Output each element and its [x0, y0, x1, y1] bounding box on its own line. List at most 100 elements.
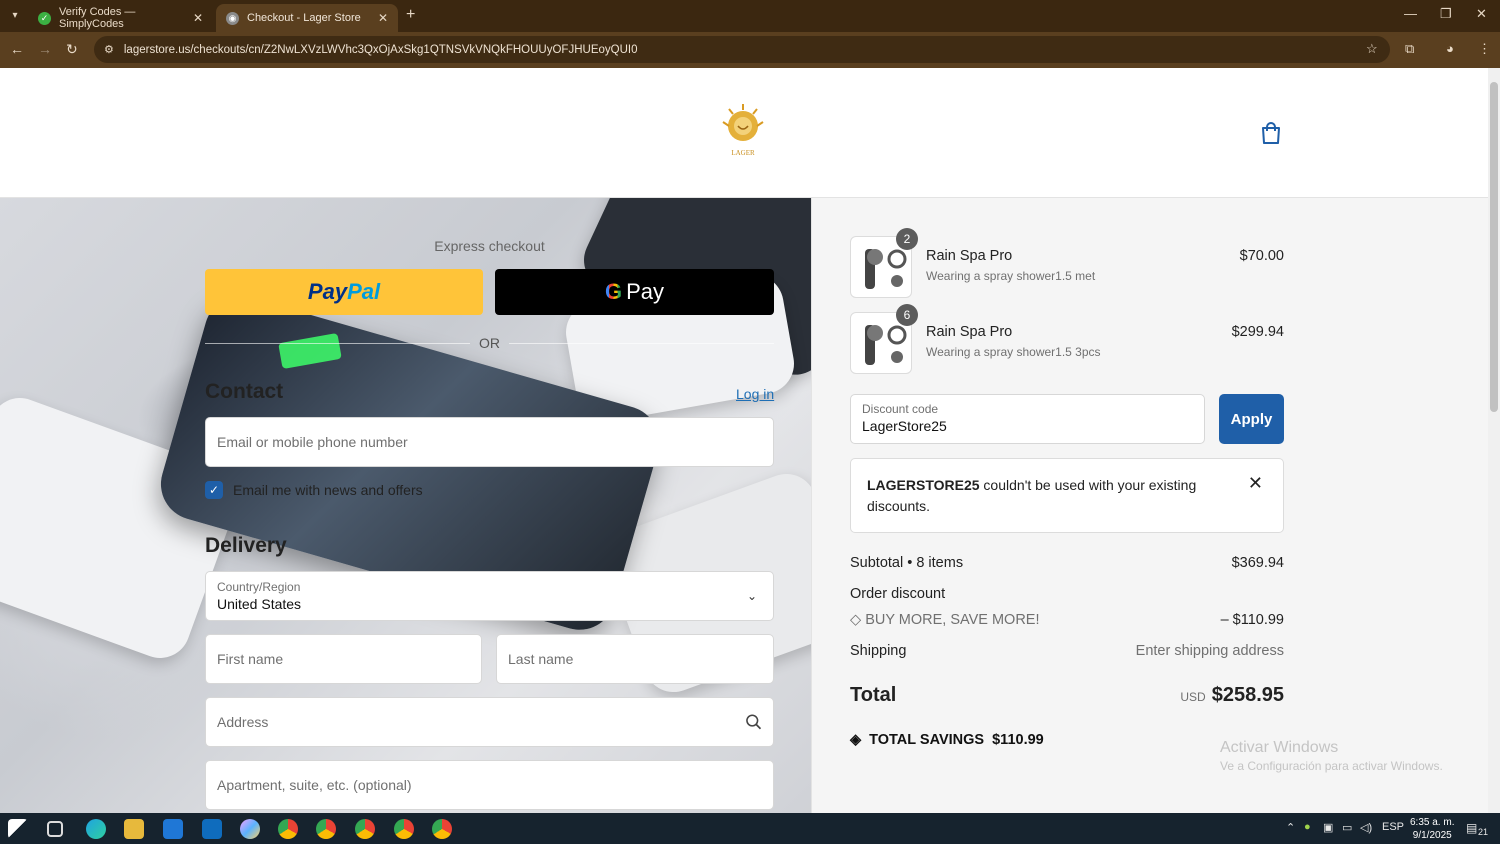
file-explorer-icon[interactable] [124, 819, 144, 839]
watermark-title: Activar Windows [1220, 739, 1339, 756]
lager-lion-logo[interactable]: LAGER [721, 104, 765, 158]
express-checkout-label: Express checkout [434, 238, 545, 254]
browser-tab-bar: ▾ ✓ Verify Codes — SimplyCodes ✕ ◉ Check… [0, 0, 1500, 32]
country-select[interactable]: Country/Region United States ⌄ [205, 571, 774, 621]
first-name-input[interactable] [217, 651, 470, 667]
apartment-field[interactable] [205, 760, 774, 810]
chevron-down-icon: ⌄ [746, 589, 757, 603]
total-row: Total USD $258.95 [850, 684, 1284, 707]
apartment-input[interactable] [217, 777, 762, 793]
notification-center-icon[interactable]: ▤ [1466, 821, 1477, 835]
newsletter-checkbox[interactable]: ✓ [205, 481, 223, 499]
chrome-icon[interactable] [278, 819, 298, 839]
tab-close-icon[interactable]: ✕ [378, 11, 388, 25]
simplycodes-favicon-icon: ✓ [38, 11, 51, 25]
logo-wordmark: LAGER [731, 149, 755, 157]
quantity-badge: 2 [896, 228, 918, 250]
tab-verify-codes[interactable]: ✓ Verify Codes — SimplyCodes ✕ [28, 4, 213, 32]
paypal-wordmark-pal: Pal [347, 279, 381, 304]
google-pay-button[interactable]: G Pay [495, 269, 774, 315]
shipping-label: Shipping [850, 643, 907, 659]
chrome-icon[interactable] [394, 819, 414, 839]
clock-date: 9/1/2025 [1412, 830, 1452, 841]
browser-toolbar: ← → ↻ ⚙ lagerstore.us/checkouts/cn/Z2NwL… [0, 32, 1500, 68]
tab-close-icon[interactable]: ✕ [193, 11, 203, 25]
search-icon[interactable] [745, 713, 762, 731]
copilot-icon[interactable] [240, 819, 260, 839]
scrollbar-thumb[interactable] [1490, 82, 1498, 412]
windows-taskbar: ⌃ ● ▣ ▭ ◁) ESP 6:35 a. m. 9/1/2025 ▤ 21 [0, 813, 1500, 844]
back-arrow-icon[interactable]: ← [10, 41, 24, 57]
tab-title: Checkout - Lager Store [247, 12, 361, 24]
volume-icon[interactable]: ◁) [1360, 821, 1372, 834]
site-info-icon[interactable]: ⚙ [104, 43, 114, 56]
forward-arrow-icon[interactable]: → [38, 41, 52, 57]
email-field[interactable] [205, 417, 774, 467]
promo-label: BUY MORE, SAVE MORE! [865, 612, 1040, 628]
tab-search-chevron-icon[interactable]: ▾ [6, 7, 24, 25]
reload-icon[interactable]: ↻ [66, 41, 78, 58]
promo-row: ◇ BUY MORE, SAVE MORE! – $110.99 [850, 612, 1284, 628]
delivery-heading: Delivery [205, 534, 287, 557]
newsletter-checkbox-row[interactable]: ✓ Email me with news and offers [205, 481, 423, 499]
tab-checkout[interactable]: ◉ Checkout - Lager Store ✕ [216, 4, 398, 32]
chrome-icon[interactable] [355, 819, 375, 839]
discount-error-message: LAGERSTORE25 couldn't be used with your … [867, 475, 1227, 517]
network-icon[interactable]: ▭ [1342, 821, 1352, 834]
close-window-icon[interactable]: ✕ [1476, 6, 1487, 22]
new-tab-plus-icon[interactable]: + [406, 6, 415, 24]
gpay-label: Pay [626, 279, 665, 304]
last-name-input[interactable] [508, 651, 762, 667]
edge-icon[interactable] [86, 819, 106, 839]
total-label: Total [850, 684, 897, 706]
or-label: OR [479, 335, 500, 351]
email-input[interactable] [217, 434, 762, 450]
chrome-icon[interactable] [432, 819, 452, 839]
restore-icon[interactable]: ❐ [1440, 6, 1452, 22]
discount-code-value[interactable]: LagerStore25 [862, 418, 1193, 434]
discount-code-field[interactable]: Discount code LagerStore25 [850, 394, 1205, 444]
shipping-value: Enter shipping address [1135, 643, 1284, 659]
task-view-icon[interactable] [47, 821, 63, 837]
checkout-page: LAGER Express checkout Pay Pal G Pay OR C… [0, 68, 1488, 813]
watermark-subtitle: Ve a Configuración para activar Windows. [1220, 759, 1443, 773]
notification-count: 21 [1478, 827, 1489, 837]
total-currency: USD [1180, 690, 1206, 704]
last-name-field[interactable] [496, 634, 774, 684]
item-variant: Wearing a spray shower1.5 3pcs [926, 345, 1101, 359]
discount-code-label: Discount code [862, 402, 939, 416]
shopping-bag-icon[interactable] [1260, 121, 1282, 145]
bookmark-star-icon[interactable]: ☆ [1366, 41, 1378, 57]
windows-activation-watermark: Activar Windows Ve a Configuración para … [1220, 739, 1443, 773]
outlook-icon[interactable] [202, 819, 222, 839]
country-value: United States [217, 596, 302, 612]
menu-kebab-icon[interactable]: ⋮ [1478, 41, 1491, 57]
tray-meeting-icon[interactable]: ▣ [1323, 821, 1333, 834]
address-field[interactable] [205, 697, 774, 747]
page-scrollbar[interactable] [1488, 68, 1500, 813]
line-item: 2 Rain Spa Pro Wearing a spray shower1.5… [850, 228, 1284, 298]
subtotal-label: Subtotal • 8 items [850, 555, 964, 571]
first-name-field[interactable] [205, 634, 482, 684]
address-bar[interactable]: ⚙ lagerstore.us/checkouts/cn/Z2NwLXVzLWV… [94, 36, 1390, 63]
profile-avatar-icon[interactable]: ◕ [1446, 41, 1454, 56]
extensions-puzzle-icon[interactable]: ⧉ [1405, 41, 1414, 57]
contact-heading: Contact [205, 380, 284, 403]
minimize-icon[interactable]: — [1404, 6, 1417, 21]
checkout-form-section: Express checkout Pay Pal G Pay OR Contact… [0, 198, 811, 813]
tray-chevron-icon[interactable]: ⌃ [1286, 821, 1295, 834]
clock[interactable]: 6:35 a. m. 9/1/2025 [1410, 816, 1454, 842]
windows-start-icon[interactable] [8, 819, 28, 839]
url-text: lagerstore.us/checkouts/cn/Z2NwLXVzLWVhc… [123, 43, 638, 56]
order-summary: 2 Rain Spa Pro Wearing a spray shower1.5… [811, 198, 1488, 813]
tray-app-icon[interactable]: ● [1304, 821, 1311, 833]
language-indicator[interactable]: ESP [1382, 821, 1404, 833]
chrome-icon[interactable] [316, 819, 336, 839]
paypal-button[interactable]: Pay Pal [205, 269, 483, 315]
savings-label: TOTAL SAVINGS [869, 732, 985, 748]
login-link[interactable]: Log in [736, 386, 774, 402]
address-input[interactable] [217, 714, 745, 730]
apply-button[interactable]: Apply [1219, 394, 1284, 444]
store-icon[interactable] [163, 819, 183, 839]
close-icon[interactable]: ✕ [1248, 473, 1263, 494]
